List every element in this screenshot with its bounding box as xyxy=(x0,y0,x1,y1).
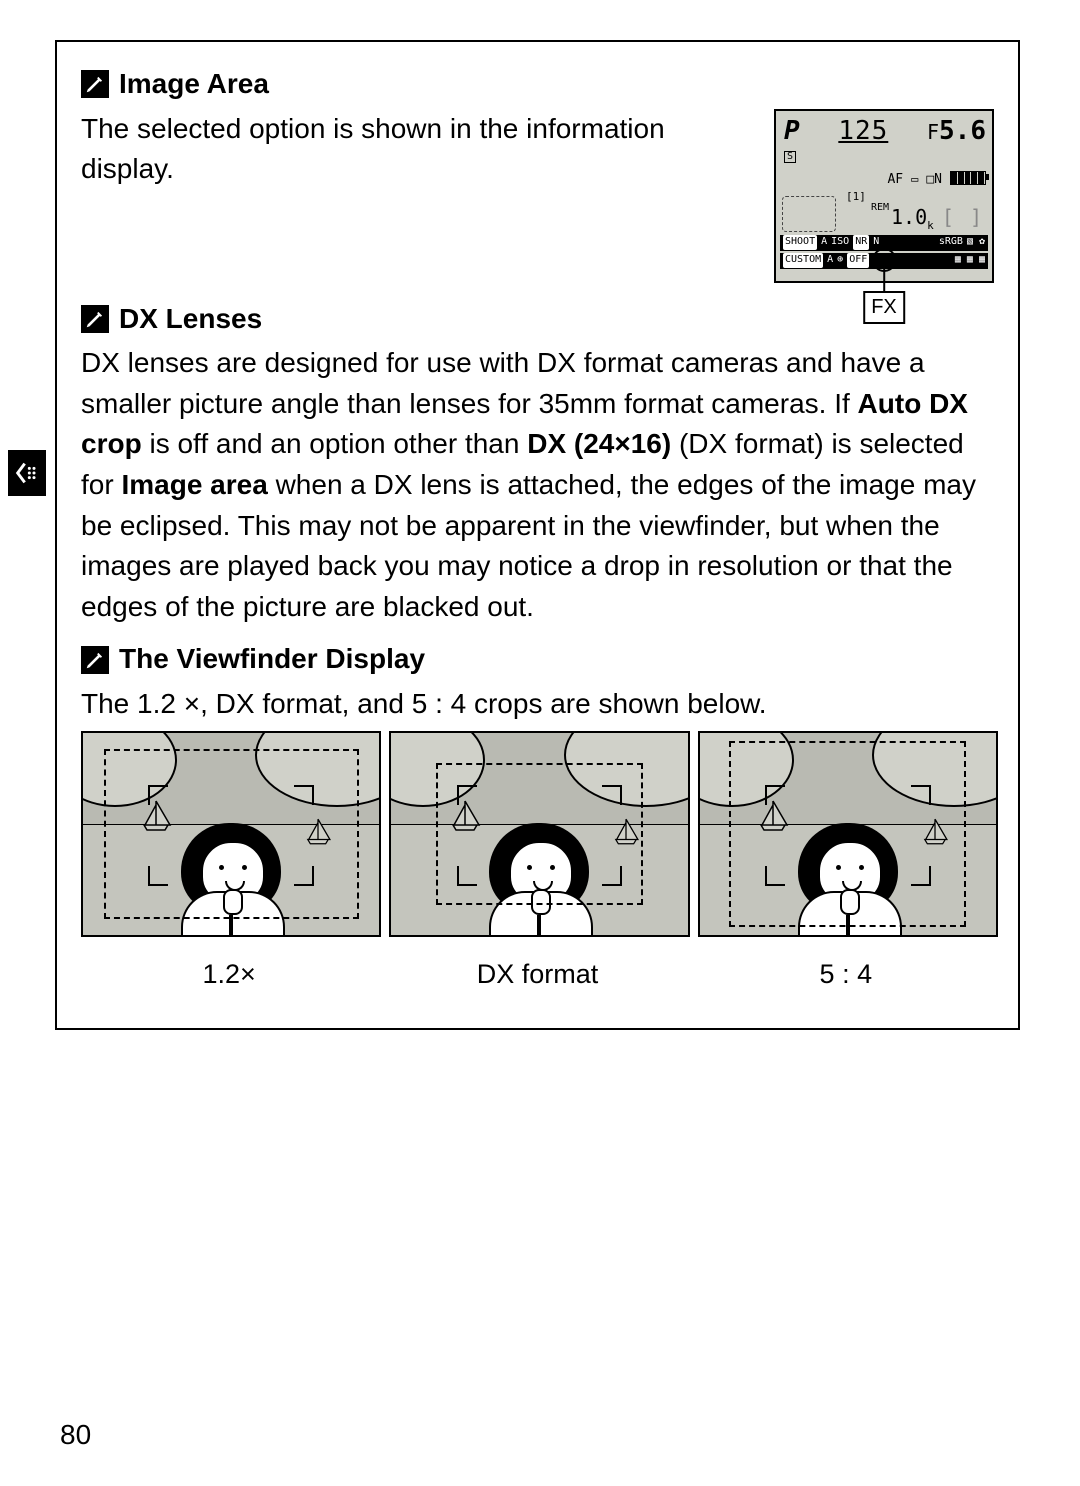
pencil-note-icon xyxy=(81,70,109,98)
heading-text: The Viewfinder Display xyxy=(119,639,425,680)
lcd-aperture: F5.6 xyxy=(927,113,986,151)
lcd-count: 1.0k xyxy=(891,203,934,234)
pencil-note-icon xyxy=(81,646,109,674)
crop-outline-5-4 xyxy=(729,741,966,927)
fx-callout: FX xyxy=(863,284,905,325)
page-number: 80 xyxy=(60,1415,91,1456)
lcd-card: [1] xyxy=(846,189,866,205)
pencil-note-icon xyxy=(81,305,109,333)
crop-label-1-2x: 1.2× xyxy=(81,955,377,994)
info-display-illustration: P 125 F5.6 S AF ▭ □N xyxy=(774,109,994,283)
fx-label: FX xyxy=(863,291,905,324)
heading-dx-lenses: DX Lenses xyxy=(81,299,994,340)
heading-viewfinder: The Viewfinder Display xyxy=(81,639,994,680)
crop-outline-1-2x xyxy=(104,749,359,919)
battery-icon xyxy=(950,171,986,185)
image-area-body: The selected option is shown in the info… xyxy=(81,109,756,190)
crop-outline-dx xyxy=(436,763,643,905)
lcd-af: AF xyxy=(887,171,903,190)
heading-text: DX Lenses xyxy=(119,299,262,340)
lcd-n: □N xyxy=(926,171,942,190)
crop-preview-dx xyxy=(389,731,689,937)
exposure-scale-icon xyxy=(782,196,836,232)
crop-preview-1-2x xyxy=(81,731,381,937)
heading-image-area: Image Area xyxy=(81,64,994,105)
lcd-slot: S xyxy=(784,151,796,163)
crop-preview-5-4 xyxy=(698,731,998,937)
heading-text: Image Area xyxy=(119,64,269,105)
dx-lenses-body: DX lenses are designed for use with DX f… xyxy=(81,343,994,627)
af-area-icon: ▭ xyxy=(911,171,918,190)
crop-label-dx: DX format xyxy=(389,955,685,994)
note-panel: Image Area The selected option is shown … xyxy=(55,40,1020,1030)
crop-label-5-4: 5 : 4 xyxy=(698,955,994,994)
lcd-rem: REM xyxy=(871,201,889,216)
lcd-bracket: [ ] xyxy=(942,203,984,232)
viewfinder-body: The 1.2 ×, DX format, and 5 : 4 crops ar… xyxy=(81,684,994,725)
side-tab-icon xyxy=(8,450,46,496)
lcd-shutter: 125 xyxy=(838,113,888,151)
lcd-mode: P xyxy=(784,113,800,151)
